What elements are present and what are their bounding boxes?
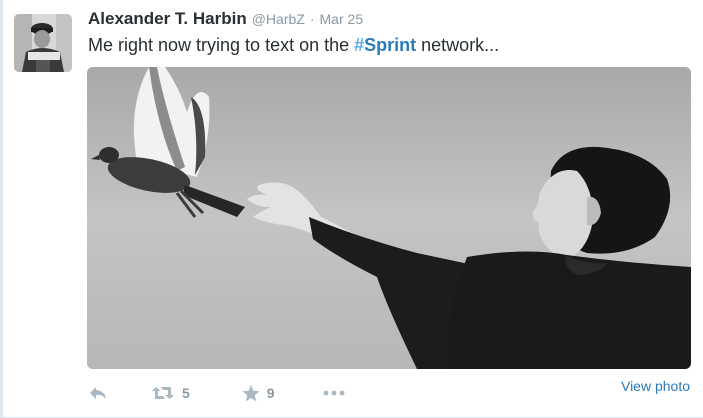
tweet-actions: 5 9 bbox=[88, 380, 345, 406]
tweet-text-after: network... bbox=[416, 35, 500, 55]
hashtag-word: Sprint bbox=[364, 35, 417, 55]
separator-dot: · bbox=[309, 11, 315, 27]
photo-image bbox=[87, 67, 691, 369]
retweet-count: 5 bbox=[182, 385, 190, 401]
hashtag-link[interactable]: #Sprint bbox=[354, 35, 416, 55]
favorite-count: 9 bbox=[266, 385, 275, 401]
username[interactable]: @HarbZ bbox=[252, 11, 305, 27]
reply-arrow-icon bbox=[88, 385, 108, 401]
favorite-button[interactable]: 9 bbox=[242, 384, 275, 402]
view-photo-link[interactable]: View photo bbox=[621, 378, 690, 394]
hashtag-symbol: # bbox=[354, 35, 365, 55]
avatar-image bbox=[14, 14, 72, 72]
tweet-text-before: Me right now trying to text on the bbox=[88, 35, 355, 55]
retweet-icon bbox=[151, 385, 175, 401]
tweet-photo[interactable] bbox=[87, 67, 691, 369]
ellipsis-icon bbox=[323, 390, 345, 396]
reply-button[interactable] bbox=[88, 385, 108, 401]
star-icon bbox=[242, 384, 260, 402]
timeline-border bbox=[0, 0, 3, 418]
display-name[interactable]: Alexander T. Harbin bbox=[88, 9, 247, 29]
timestamp-link[interactable]: Mar 25 bbox=[320, 11, 364, 27]
more-options-button[interactable] bbox=[323, 390, 345, 396]
avatar[interactable] bbox=[14, 14, 72, 72]
retweet-button[interactable]: 5 bbox=[151, 385, 190, 401]
tweet-text: Me right now trying to text on the #Spri… bbox=[88, 33, 499, 57]
tweet-header: Alexander T. Harbin @HarbZ · Mar 25 bbox=[88, 9, 363, 31]
